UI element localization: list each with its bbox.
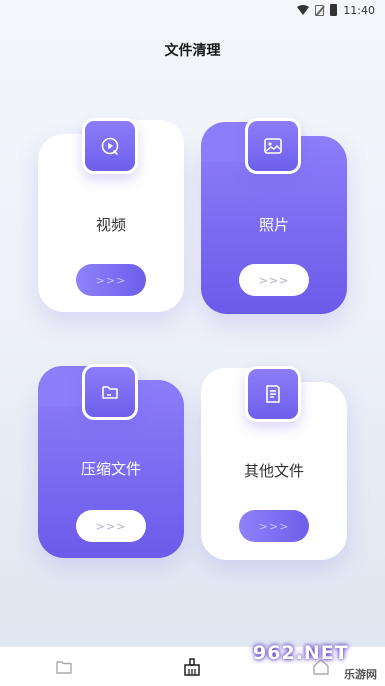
- video-play-icon: [82, 118, 138, 174]
- status-bar: 11:40: [0, 0, 385, 20]
- battery-icon: [330, 4, 338, 16]
- card-photos-button[interactable]: >>>: [239, 264, 309, 296]
- status-time: 11:40: [343, 3, 375, 17]
- nav-files[interactable]: [44, 647, 84, 686]
- page-title: 文件清理: [164, 43, 221, 59]
- card-compressed-label: 压缩文件: [80, 460, 141, 478]
- card-video-label: 视频: [95, 216, 126, 234]
- card-photos[interactable]: 照片 >>>: [201, 118, 347, 314]
- broom-icon: [184, 657, 201, 676]
- wifi-icon: [297, 5, 310, 15]
- folder-outline-icon: [56, 660, 72, 674]
- no-sim-icon: [315, 4, 325, 16]
- card-other-label: 其他文件: [243, 462, 304, 480]
- card-photos-label: 照片: [258, 216, 289, 234]
- card-compressed-button[interactable]: >>>: [76, 510, 146, 542]
- card-video[interactable]: 视频 >>>: [38, 118, 184, 312]
- image-icon: [245, 118, 301, 174]
- nav-clean[interactable]: [172, 647, 212, 686]
- folder-icon: [82, 364, 138, 420]
- card-video-button[interactable]: >>>: [76, 264, 146, 296]
- card-other[interactable]: 其他文件 >>>: [201, 366, 347, 560]
- card-other-button[interactable]: >>>: [239, 510, 309, 542]
- document-icon: [245, 366, 301, 422]
- watermark-logo: 962.NET 乐游网: [253, 642, 377, 681]
- card-compressed[interactable]: 压缩文件 >>>: [38, 364, 184, 558]
